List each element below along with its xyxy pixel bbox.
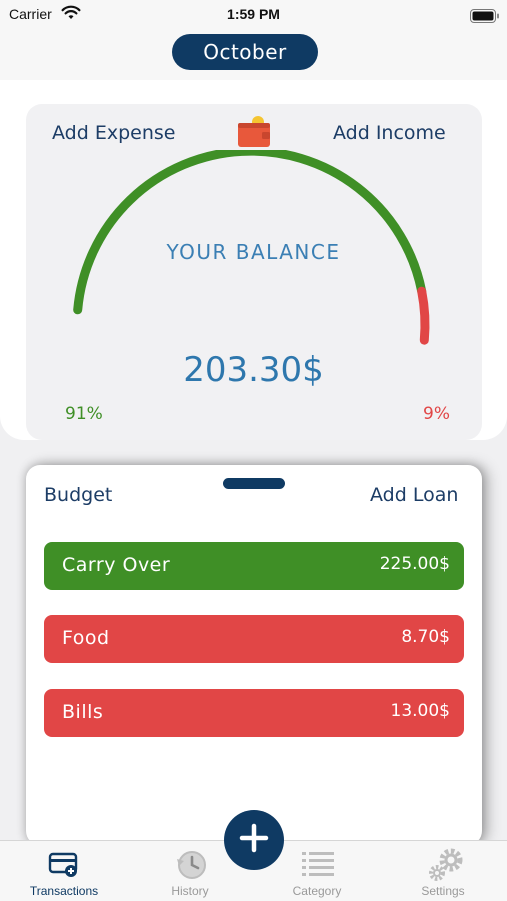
transaction-amount: 8.70$ xyxy=(401,627,450,647)
add-expense-button[interactable]: Add Expense xyxy=(52,122,175,144)
history-icon xyxy=(174,847,208,885)
transactions-icon xyxy=(48,847,80,883)
add-loan-button[interactable]: Add Loan xyxy=(370,484,458,506)
tab-label: Settings xyxy=(421,884,465,898)
transaction-name: Food xyxy=(62,627,110,649)
month-selector-button[interactable]: October xyxy=(172,34,318,70)
income-percent: 91% xyxy=(65,404,103,424)
plus-icon xyxy=(239,823,269,857)
tab-label: History xyxy=(171,884,209,898)
transaction-name: Bills xyxy=(62,701,104,723)
tab-label: Transactions xyxy=(29,884,99,898)
battery-icon xyxy=(470,8,500,27)
balance-amount: 203.30$ xyxy=(183,350,324,390)
transaction-amount: 13.00$ xyxy=(390,701,450,721)
sheet-drag-handle[interactable] xyxy=(223,478,285,489)
add-income-button[interactable]: Add Income xyxy=(333,122,446,144)
category-icon xyxy=(301,847,335,883)
gauge-expense-arc xyxy=(417,286,430,345)
gauge-income-arc xyxy=(73,150,427,315)
tab-settings[interactable]: Settings xyxy=(383,841,503,901)
add-transaction-button[interactable] xyxy=(224,810,284,870)
balance-label: YOUR BALANCE xyxy=(166,240,341,264)
transaction-row-bills[interactable]: Bills 13.00$ xyxy=(44,689,464,737)
tab-transactions[interactable]: Transactions xyxy=(4,841,124,901)
tab-label: Category xyxy=(292,884,342,898)
transaction-row-food[interactable]: Food 8.70$ xyxy=(44,615,464,663)
transaction-amount: 225.00$ xyxy=(379,554,450,574)
transaction-name: Carry Over xyxy=(62,554,171,576)
transaction-row-carry-over[interactable]: Carry Over 225.00$ xyxy=(44,542,464,590)
expense-percent: 9% xyxy=(423,404,450,424)
wallet-icon xyxy=(237,114,271,152)
settings-icon xyxy=(427,847,467,887)
budget-button[interactable]: Budget xyxy=(44,484,112,506)
clock-time: 1:59 PM xyxy=(227,6,280,22)
